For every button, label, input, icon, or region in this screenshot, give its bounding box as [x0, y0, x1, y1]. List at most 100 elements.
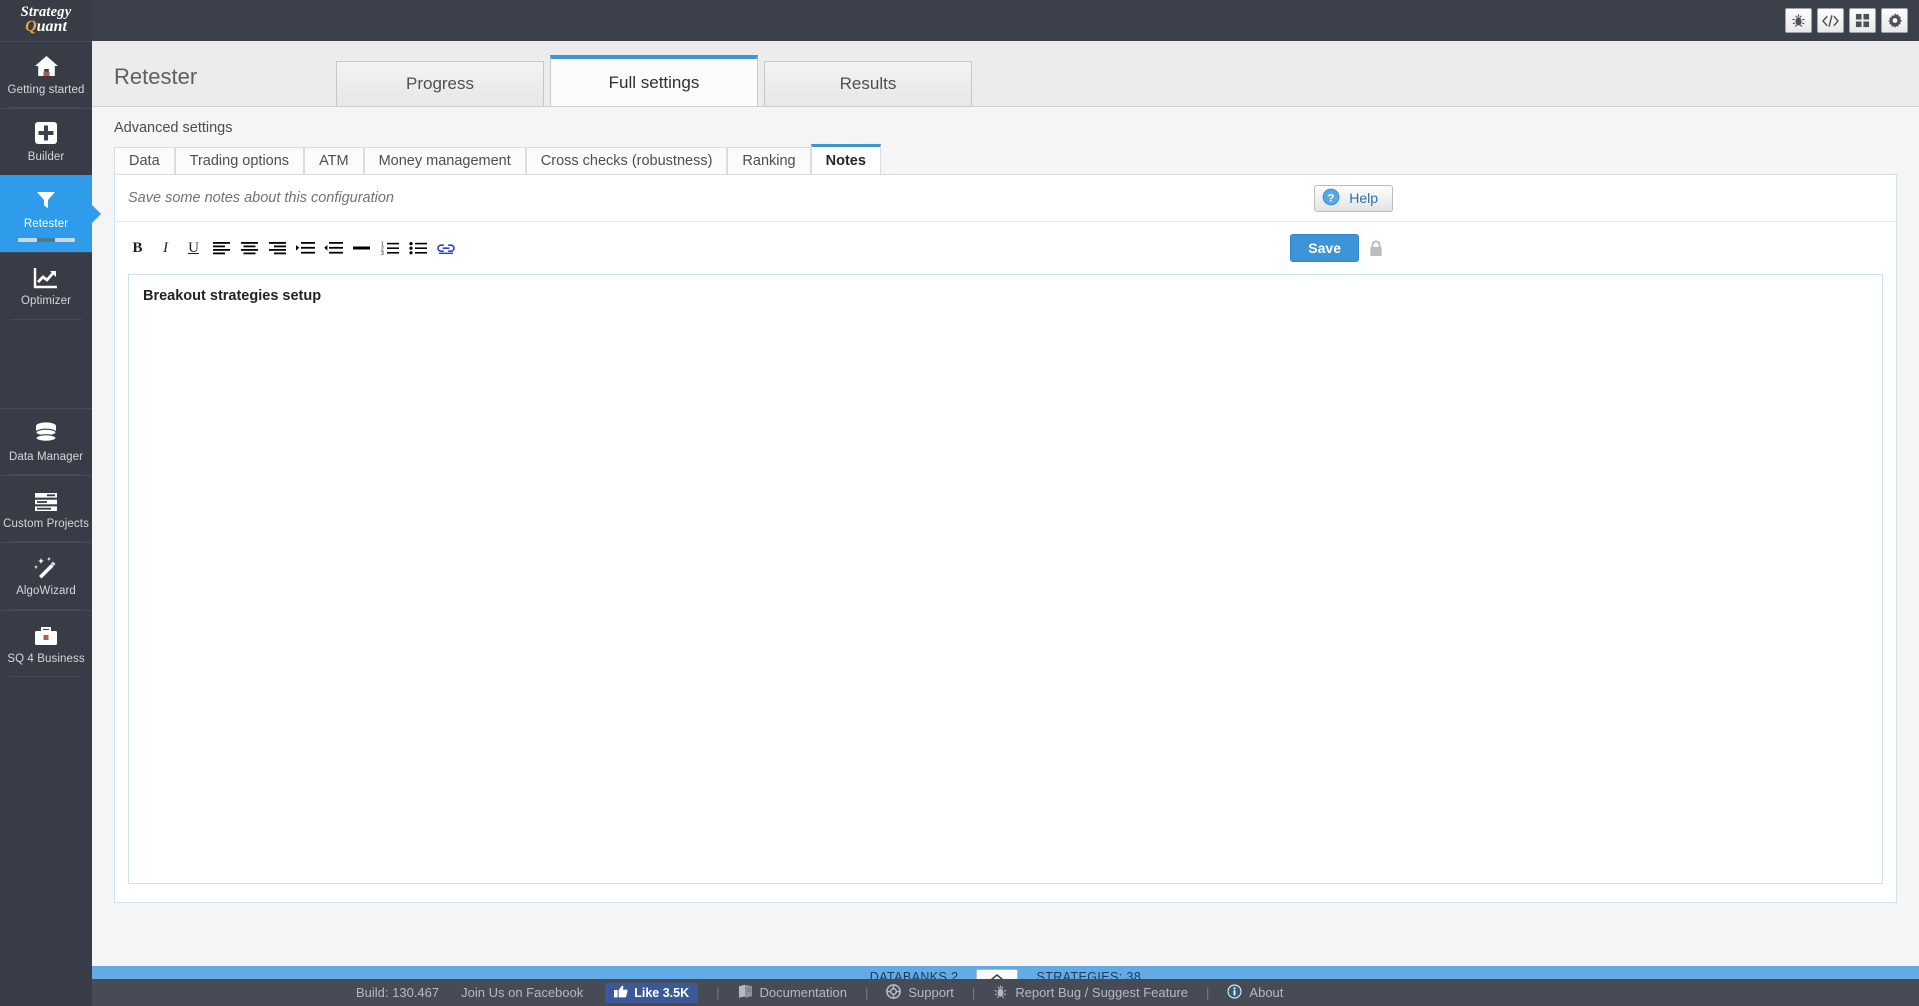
- about-label: About: [1249, 985, 1284, 1000]
- subtab-data[interactable]: Data: [114, 147, 175, 174]
- settings-subtabs: Data Trading options ATM Money managemen…: [92, 136, 1919, 174]
- subtab-atm[interactable]: ATM: [304, 147, 364, 174]
- footer-separator: |: [864, 985, 869, 1000]
- list-rows-icon: [33, 485, 59, 512]
- sidebar-item-label: Getting started: [7, 84, 85, 96]
- sidebar-item-sq4business[interactable]: SQ 4 Business: [0, 609, 92, 676]
- question-mark-icon: ?: [1322, 188, 1340, 209]
- sidebar-item-getting-started[interactable]: Getting started: [0, 41, 92, 107]
- sidebar: Strategy Quant Getting started Builder R…: [0, 0, 101, 1006]
- subtab-trading-options[interactable]: Trading options: [174, 147, 305, 174]
- logo-q-letter: Q: [25, 18, 37, 36]
- code-icon: [1822, 14, 1839, 27]
- sidebar-item-label: Custom Projects: [3, 517, 89, 530]
- footer-separator: |: [971, 985, 976, 1000]
- facebook-link[interactable]: Join Us on Facebook: [461, 985, 583, 1000]
- report-bug-link[interactable]: Report Bug / Suggest Feature: [993, 984, 1188, 1002]
- italic-icon[interactable]: I: [156, 238, 175, 259]
- sidebar-divider: [10, 676, 82, 677]
- footer-bar: Build: 130.467 Join Us on Facebook Like …: [92, 979, 1919, 1006]
- help-button[interactable]: ? Help: [1314, 184, 1393, 212]
- sidebar-item-algowizard[interactable]: AlgoWizard: [0, 542, 92, 608]
- indent-icon[interactable]: [296, 238, 315, 259]
- title-bar-buttons: [1785, 8, 1919, 33]
- notes-editor[interactable]: Breakout strategies setup: [128, 274, 1883, 884]
- notes-hint-text: Save some notes about this configuration: [128, 190, 394, 206]
- gear-icon: [1887, 12, 1902, 28]
- subtab-money-management[interactable]: Money management: [363, 147, 526, 174]
- sidebar-item-builder[interactable]: Builder: [0, 108, 92, 174]
- help-button-label: Help: [1349, 190, 1378, 206]
- retester-progress-bar: [17, 238, 75, 243]
- page-title: Retester: [114, 64, 198, 89]
- debug-bug-button[interactable]: [1785, 8, 1812, 33]
- sidebar-item-label: Retester: [23, 217, 69, 230]
- svg-text:3: 3: [381, 251, 384, 255]
- outdent-icon[interactable]: [324, 238, 343, 259]
- book-icon: [738, 984, 753, 1001]
- sidebar-item-optimizer[interactable]: Optimizer: [0, 252, 92, 318]
- sidebar-item-label: Builder: [27, 151, 65, 164]
- lifebuoy-icon: [886, 983, 902, 1002]
- notes-panel: Save some notes about this configuration…: [114, 174, 1897, 903]
- about-link[interactable]: About: [1227, 984, 1283, 1002]
- grid-apps-button[interactable]: [1849, 8, 1876, 33]
- align-left-icon[interactable]: [212, 238, 231, 259]
- bug-icon: [993, 984, 1008, 1002]
- chart-line-icon: [33, 262, 59, 289]
- tab-full-settings[interactable]: Full settings: [550, 55, 758, 106]
- subtab-ranking[interactable]: Ranking: [727, 147, 811, 174]
- plus-icon: [34, 118, 58, 145]
- documentation-label: Documentation: [759, 985, 847, 1000]
- main-content: Retester Progress Full settings Results …: [92, 41, 1919, 966]
- logo-line-2: Quant: [25, 18, 67, 36]
- sidebar-item-label: AlgoWizard: [16, 585, 76, 598]
- horizontal-rule-icon[interactable]: [352, 238, 371, 259]
- report-bug-label: Report Bug / Suggest Feature: [1015, 985, 1189, 1000]
- notes-toolbar: B I U 1 2 3 Save: [115, 222, 1896, 274]
- debug-bug-icon: [1792, 14, 1805, 28]
- grid-apps-icon: [1855, 13, 1870, 28]
- ordered-list-icon[interactable]: 123: [380, 238, 399, 259]
- sidebar-item-label: Optimizer: [20, 295, 72, 308]
- info-icon: [1227, 984, 1242, 1002]
- tab-results[interactable]: Results: [764, 61, 972, 106]
- app-logo: Strategy Quant: [0, 0, 92, 41]
- unordered-list-icon[interactable]: [408, 238, 427, 259]
- sidebar-item-retester[interactable]: Retester: [0, 174, 101, 253]
- facebook-link-label: Join Us on Facebook: [461, 985, 584, 1000]
- save-button[interactable]: Save: [1290, 234, 1359, 262]
- sidebar-item-custom-projects[interactable]: Custom Projects: [0, 474, 92, 541]
- tab-progress[interactable]: Progress: [336, 61, 544, 106]
- formatting-tools: B I U 1 2 3: [128, 238, 1290, 259]
- home-icon: [34, 51, 59, 78]
- sidebar-item-data-manager[interactable]: Data Manager: [0, 407, 92, 474]
- title-bar: [0, 0, 1919, 41]
- main-tab-strip: Retester Progress Full settings Results: [92, 41, 1919, 107]
- lock-icon[interactable]: [1359, 239, 1393, 257]
- bold-icon[interactable]: B: [128, 238, 147, 259]
- notes-actions: Save: [1290, 234, 1393, 262]
- funnel-icon: [34, 185, 58, 212]
- align-center-icon[interactable]: [240, 238, 259, 259]
- link-icon[interactable]: [436, 238, 455, 259]
- subtab-cross-checks[interactable]: Cross checks (robustness): [525, 147, 728, 174]
- align-right-icon[interactable]: [268, 238, 287, 259]
- logo-uant-letters: uant: [36, 18, 67, 36]
- subtab-notes[interactable]: Notes: [810, 144, 881, 174]
- database-icon: [33, 418, 59, 445]
- sidebar-item-label: Data Manager: [8, 450, 84, 463]
- support-label: Support: [908, 985, 954, 1000]
- footer-separator: |: [716, 985, 720, 1000]
- facebook-like-label: Like 3.5K: [634, 985, 690, 1000]
- facebook-like-button[interactable]: Like 3.5K: [605, 982, 699, 1003]
- settings-gear-button[interactable]: [1881, 8, 1908, 33]
- underline-icon[interactable]: U: [184, 238, 203, 259]
- code-button[interactable]: [1817, 8, 1844, 33]
- advanced-settings-caption: Advanced settings: [114, 120, 233, 136]
- sidebar-item-label: SQ 4 Business: [7, 652, 85, 665]
- briefcase-icon: [33, 620, 59, 647]
- support-link[interactable]: Support: [886, 983, 954, 1002]
- documentation-link[interactable]: Documentation: [738, 984, 847, 1001]
